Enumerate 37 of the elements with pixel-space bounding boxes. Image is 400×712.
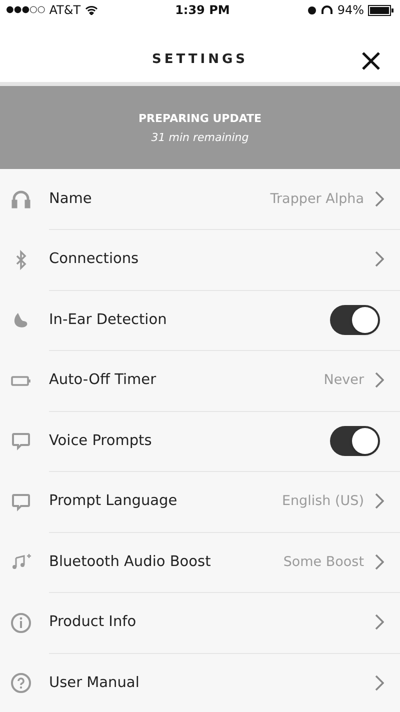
setting-label: Voice Prompts bbox=[49, 432, 153, 449]
signal-strength: ●●●○○ bbox=[6, 5, 46, 15]
headphones-icon bbox=[10, 188, 32, 210]
setting-value: Some Boost bbox=[283, 554, 364, 570]
page-title: SETTINGS bbox=[152, 52, 248, 66]
carrier-name: AT&T bbox=[49, 3, 81, 17]
help-icon bbox=[10, 672, 32, 694]
setting-value: Never bbox=[324, 372, 364, 388]
update-title: PREPARING UPDATE bbox=[138, 112, 262, 124]
chevron-icon[interactable] bbox=[374, 614, 384, 630]
status-time: 1:39 PM bbox=[175, 3, 230, 17]
update-time-remaining: 31 min remaining bbox=[151, 130, 249, 144]
setting-value: Trapper Alpha bbox=[270, 190, 364, 207]
chevron-icon[interactable] bbox=[374, 372, 384, 388]
setting-label: Connections bbox=[49, 251, 140, 268]
info-icon bbox=[10, 612, 32, 634]
setting-label: In-Ear Detection bbox=[49, 312, 168, 328]
chevron-icon[interactable] bbox=[374, 554, 384, 570]
battery-percent: 94% bbox=[337, 3, 364, 17]
battery-icon bbox=[368, 4, 394, 16]
chevron-icon[interactable] bbox=[374, 493, 384, 510]
setting-label: Bluetooth Audio Boost bbox=[49, 554, 212, 570]
setting-label: Name bbox=[49, 190, 93, 207]
toggle-switch[interactable] bbox=[330, 426, 380, 456]
close-button[interactable] bbox=[360, 50, 382, 72]
setting-label: Auto-Off Timer bbox=[49, 372, 158, 388]
wifi-icon bbox=[84, 5, 98, 15]
setting-label: Prompt Language bbox=[49, 493, 178, 510]
speech-bubble-icon bbox=[10, 430, 32, 452]
setting-value: English (US) bbox=[282, 493, 364, 510]
setting-label: User Manual bbox=[49, 675, 140, 692]
chevron-icon[interactable] bbox=[374, 251, 384, 268]
setting-label: Product Info bbox=[49, 614, 138, 630]
headphones-icon bbox=[321, 5, 334, 15]
chevron-icon[interactable] bbox=[374, 675, 384, 692]
chevron-icon[interactable] bbox=[374, 190, 384, 207]
toggle-switch[interactable] bbox=[330, 304, 380, 335]
